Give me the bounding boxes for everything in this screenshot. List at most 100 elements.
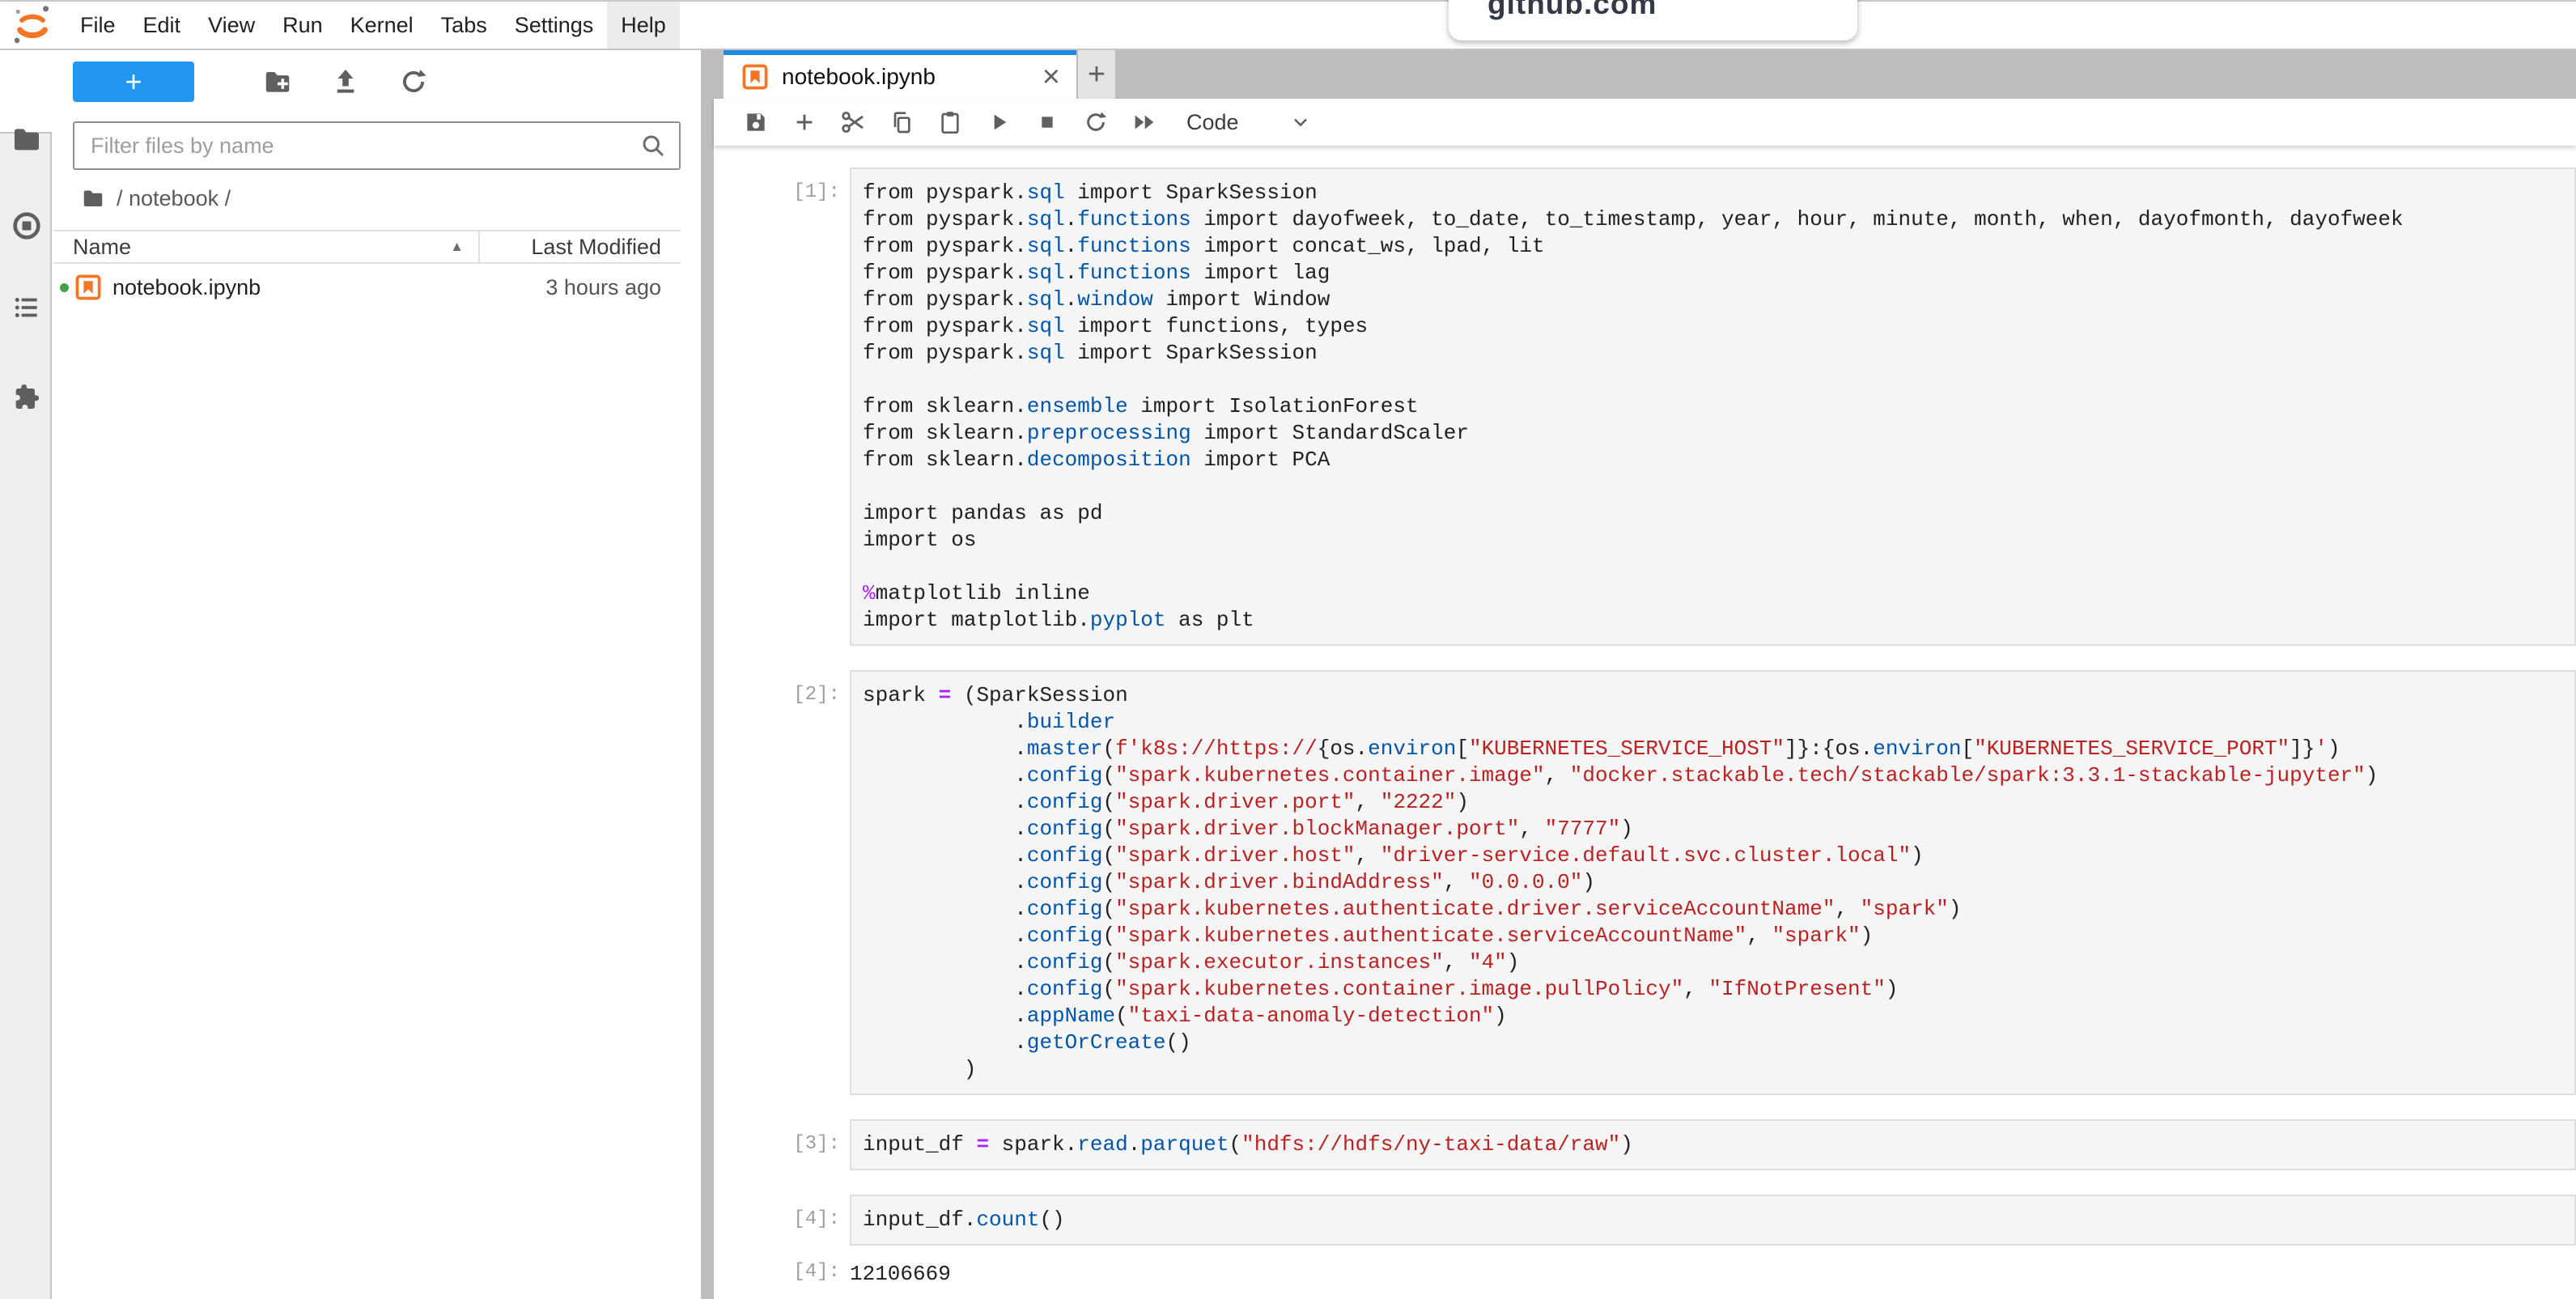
notebook-cell: [2]:spark = (SparkSession .builder .mast…: [714, 670, 2576, 1095]
menu-item-run[interactable]: Run: [269, 2, 337, 49]
code-line: from sklearn.ensemble import IsolationFo…: [863, 393, 2574, 420]
jupyter-logo-icon: [11, 4, 53, 46]
code-line: .config("spark.driver.bindAddress", "0.0…: [863, 869, 2574, 896]
file-list-item[interactable]: notebook.ipynb 3 hours ago: [53, 264, 681, 311]
cell-output-text: 12106669: [850, 1252, 2576, 1288]
menu-item-tabs[interactable]: Tabs: [427, 2, 501, 49]
code-line: import pandas as pd: [863, 500, 2574, 527]
restart-run-all-button[interactable]: [1120, 104, 1169, 141]
run-cell-button[interactable]: [974, 104, 1023, 141]
code-line: .builder: [863, 709, 2574, 736]
cell-input-row: [2]:spark = (SparkSession .builder .mast…: [714, 670, 2576, 1095]
main-dock-panel: notebook.ipynb × +: [714, 50, 2576, 1299]
running-status-dot: [60, 283, 69, 292]
code-line: .config("spark.driver.host", "driver-ser…: [863, 843, 2574, 869]
new-folder-icon: [262, 66, 293, 97]
cell-type-dropdown[interactable]: Code: [1186, 110, 1312, 135]
scissors-icon: [839, 108, 867, 136]
file-list-header: Name ▲ Last Modified: [53, 230, 681, 264]
restart-icon: [1083, 109, 1109, 135]
plus-icon: [791, 109, 817, 135]
search-icon: [639, 131, 668, 160]
menu-item-view[interactable]: View: [194, 2, 269, 49]
code-cell-input[interactable]: input_df = spark.read.parquet("hdfs://hd…: [850, 1119, 2576, 1170]
home-folder-icon: [81, 186, 105, 210]
code-line: from pyspark.sql.functions import lag: [863, 260, 2574, 287]
cut-cells-button[interactable]: [829, 104, 877, 141]
code-line: from pyspark.sql.window import Window: [863, 287, 2574, 313]
copy-icon: [889, 109, 915, 135]
file-modified: 3 hours ago: [261, 275, 681, 300]
fast-forward-icon: [1131, 108, 1158, 136]
column-header-last-modified[interactable]: Last Modified: [478, 231, 681, 262]
code-line: %matplotlib inline: [863, 580, 2574, 607]
add-cell-button[interactable]: [780, 104, 829, 141]
file-browser-toolbar: +: [53, 50, 701, 121]
code-line: [863, 473, 2574, 500]
output-prompt: [4]:: [714, 1252, 850, 1288]
code-line: .config("spark.executor.instances", "4"): [863, 949, 2574, 976]
code-line: input_df = spark.read.parquet("hdfs://hd…: [863, 1131, 2574, 1158]
notebook-scroll-area[interactable]: [1]:from pyspark.sql import SparkSession…: [714, 146, 2576, 1299]
refresh-button[interactable]: [395, 63, 432, 100]
code-cell-input[interactable]: from pyspark.sql import SparkSessionfrom…: [850, 168, 2576, 646]
breadcrumb-path: / notebook /: [117, 186, 231, 211]
tab-notebook[interactable]: notebook.ipynb ×: [724, 50, 1076, 99]
notebook-cell: [1]:from pyspark.sql import SparkSession…: [714, 168, 2576, 646]
code-line: .config("spark.driver.blockManager.port"…: [863, 816, 2574, 843]
notebook-file-icon: [74, 274, 102, 301]
menu-item-help[interactable]: Help: [607, 2, 680, 49]
code-line: .config("spark.driver.port", "2222"): [863, 789, 2574, 816]
paste-icon: [937, 109, 963, 135]
save-button[interactable]: [732, 104, 780, 141]
menu-item-file[interactable]: File: [66, 2, 129, 49]
menu-item-edit[interactable]: Edit: [129, 2, 195, 49]
puzzle-icon: [11, 380, 43, 413]
column-header-name[interactable]: Name ▲: [53, 235, 478, 260]
execution-count-prompt: [2]:: [714, 670, 850, 1095]
code-line: input_df.count(): [863, 1207, 2574, 1233]
upload-icon: [330, 66, 361, 97]
paste-cells-button[interactable]: [926, 104, 974, 141]
code-line: [863, 554, 2574, 580]
cell-input-row: [4]:input_df.count(): [714, 1195, 2576, 1246]
code-line: import matplotlib.pyplot as plt: [863, 607, 2574, 634]
copy-cells-button[interactable]: [877, 104, 926, 141]
code-line: from pyspark.sql.functions import concat…: [863, 233, 2574, 260]
new-folder-button[interactable]: [259, 63, 296, 100]
filter-files-input[interactable]: [74, 134, 639, 159]
sidebar-tab-file-browser[interactable]: [10, 122, 44, 156]
sidebar-tab-extension-manager[interactable]: [10, 380, 44, 414]
sidebar-tab-strip: [0, 50, 53, 1299]
upload-button[interactable]: [327, 63, 364, 100]
code-cell-input[interactable]: spark = (SparkSession .builder .master(f…: [850, 670, 2576, 1095]
notebook-file-icon: [741, 63, 769, 91]
refresh-icon: [398, 66, 429, 97]
running-kernels-icon: [11, 210, 43, 242]
menu-item-settings[interactable]: Settings: [501, 2, 608, 49]
code-line: from pyspark.sql.functions import dayofw…: [863, 206, 2574, 233]
sort-ascending-icon: ▲: [450, 239, 464, 255]
code-line: from pyspark.sql import SparkSession: [863, 180, 2574, 206]
sidebar-tab-table-of-contents[interactable]: [10, 291, 44, 325]
sidebar-tab-running-kernels[interactable]: [10, 209, 44, 243]
new-tab-button[interactable]: +: [1078, 50, 1115, 99]
panel-splitter[interactable]: [701, 50, 714, 1299]
code-line: from pyspark.sql import functions, types: [863, 313, 2574, 340]
code-line: .master(f'k8s://https://{os.environ["KUB…: [863, 736, 2574, 762]
restart-kernel-button[interactable]: [1072, 104, 1120, 141]
breadcrumb[interactable]: / notebook /: [81, 184, 231, 213]
code-line: from sklearn.preprocessing import Standa…: [863, 420, 2574, 447]
file-browser-panel: + / n: [53, 50, 701, 1299]
close-icon[interactable]: ×: [1039, 65, 1063, 89]
new-launcher-button[interactable]: +: [73, 62, 194, 102]
menu-bar: File Edit View Run Kernel Tabs Settings …: [0, 0, 2576, 50]
code-line: import os: [863, 527, 2574, 554]
menu-item-kernel[interactable]: Kernel: [337, 2, 427, 49]
code-cell-input[interactable]: input_df.count(): [850, 1195, 2576, 1246]
filter-files-box: [73, 121, 681, 170]
plus-icon: +: [125, 67, 142, 96]
code-line: from pyspark.sql import SparkSession: [863, 340, 2574, 367]
interrupt-kernel-button[interactable]: [1023, 104, 1072, 141]
stop-icon: [1034, 109, 1060, 135]
